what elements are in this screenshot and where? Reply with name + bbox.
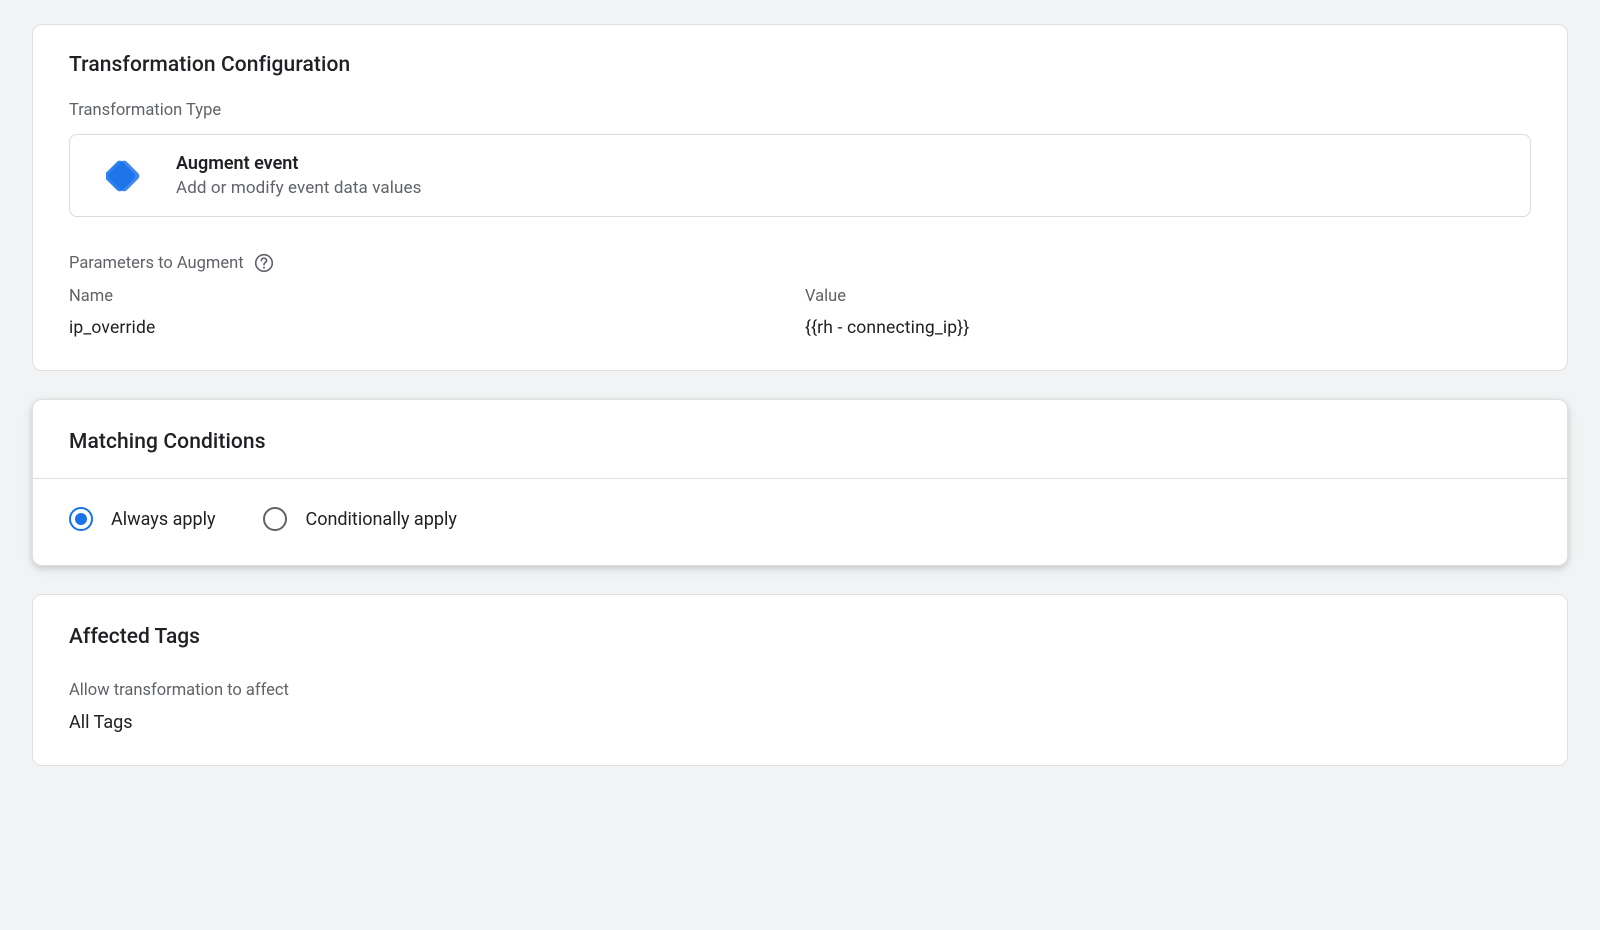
name-header: Name <box>69 287 800 306</box>
radio-label: Always apply <box>111 509 215 530</box>
card-title: Matching Conditions <box>69 430 1531 454</box>
param-value-value: {{rh - connecting_ip}} <box>805 318 1531 338</box>
param-name-column: Name ip_override <box>69 287 800 338</box>
radio-group: Always apply Conditionally apply <box>33 479 1567 565</box>
parameters-label: Parameters to Augment <box>69 253 1531 273</box>
card-header: Matching Conditions <box>33 400 1567 479</box>
matching-conditions-card: Matching Conditions Always apply Conditi… <box>32 399 1568 566</box>
help-icon[interactable] <box>254 253 274 273</box>
affected-value: All Tags <box>69 712 1531 733</box>
affected-tags-card: Affected Tags Allow transformation to af… <box>32 594 1568 766</box>
affected-allow-label: Allow transformation to affect <box>69 681 1531 700</box>
radio-label: Conditionally apply <box>305 509 456 530</box>
type-description: Add or modify event data values <box>176 178 421 198</box>
radio-always-apply[interactable]: Always apply <box>69 507 215 531</box>
parameters-row: Name ip_override Value {{rh - connecting… <box>69 287 1531 338</box>
transformation-type-selector[interactable]: Augment event Add or modify event data v… <box>69 134 1531 217</box>
tag-icon <box>106 158 142 194</box>
card-header: Transformation Configuration <box>33 25 1567 101</box>
param-value-column: Value {{rh - connecting_ip}} <box>800 287 1531 338</box>
radio-unselected-icon <box>263 507 287 531</box>
transformation-type-label: Transformation Type <box>69 101 1531 120</box>
value-header: Value <box>805 287 1531 306</box>
card-title: Affected Tags <box>69 625 1531 649</box>
radio-conditionally-apply[interactable]: Conditionally apply <box>263 507 456 531</box>
card-body: Transformation Type Augment event Add or… <box>33 101 1567 370</box>
radio-selected-icon <box>69 507 93 531</box>
card-title: Transformation Configuration <box>69 53 1531 77</box>
type-name: Augment event <box>176 153 421 174</box>
type-text-container: Augment event Add or modify event data v… <box>176 153 421 198</box>
parameters-label-text: Parameters to Augment <box>69 254 244 273</box>
param-name-value: ip_override <box>69 318 800 338</box>
transformation-config-card: Transformation Configuration Transformat… <box>32 24 1568 371</box>
card-body: Affected Tags Allow transformation to af… <box>33 595 1567 765</box>
